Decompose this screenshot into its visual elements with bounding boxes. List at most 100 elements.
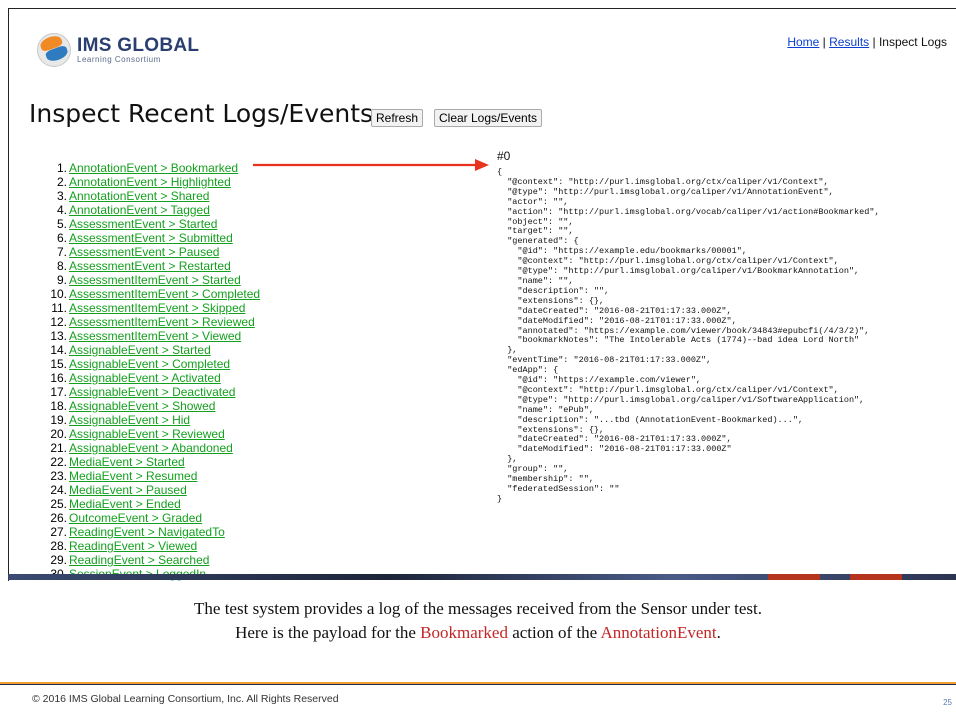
event-list-item: 25. MediaEvent > Ended (37, 497, 260, 511)
event-number: 14. (50, 343, 67, 357)
event-number: 21. (50, 441, 67, 455)
event-number: 8. (56, 259, 67, 273)
event-link[interactable]: MediaEvent > Ended (69, 497, 181, 511)
event-list-item: 19. AssignableEvent > Hid (37, 413, 260, 427)
event-list-item: 7. AssessmentEvent > Paused (37, 245, 260, 259)
frame-bottom-strip (8, 574, 956, 580)
event-number: 18. (50, 399, 67, 413)
event-list-item: 4. AnnotationEvent > Tagged (37, 203, 260, 217)
event-list-item: 14. AssignableEvent > Started (37, 343, 260, 357)
event-list-item: 8. AssessmentEvent > Restarted (37, 259, 260, 273)
event-list-item: 2. AnnotationEvent > Highlighted (37, 175, 260, 189)
event-number: 3. (56, 189, 67, 203)
event-number: 23. (50, 469, 67, 483)
event-link[interactable]: AssessmentEvent > Restarted (69, 259, 231, 273)
event-list-item: 6. AssessmentEvent > Submitted (37, 231, 260, 245)
caption-event-highlight: AnnotationEvent (600, 623, 717, 642)
ims-global-logo[interactable]: IMS GLOBAL Learning Consortium (37, 33, 199, 67)
event-list-item: 1. AnnotationEvent > Bookmarked (37, 161, 260, 175)
nav-link-results[interactable]: Results (829, 35, 869, 49)
event-link[interactable]: AnnotationEvent > Tagged (69, 203, 210, 217)
event-link[interactable]: AssessmentItemEvent > Started (69, 273, 241, 287)
caption-text: action of the (507, 623, 601, 642)
record-label: #0 (497, 149, 511, 163)
event-link[interactable]: AssessmentItemEvent > Completed (69, 287, 260, 301)
event-list-item: 29. ReadingEvent > Searched (37, 553, 260, 567)
event-number: 20. (50, 427, 67, 441)
event-list-item: 27. ReadingEvent > NavigatedTo (37, 525, 260, 539)
event-list-item: 15. AssignableEvent > Completed (37, 357, 260, 371)
decorative-tag (768, 574, 820, 580)
event-number: 16. (50, 371, 67, 385)
event-link[interactable]: AssessmentEvent > Submitted (69, 231, 233, 245)
payload-json: { "@context": "http://purl.imsglobal.org… (497, 167, 880, 504)
screenshot-frame: IMS GLOBAL Learning Consortium Home | Re… (8, 8, 956, 581)
event-link[interactable]: AnnotationEvent > Bookmarked (69, 161, 238, 175)
event-list-item: 17. AssignableEvent > Deactivated (37, 385, 260, 399)
event-list-item: 22. MediaEvent > Started (37, 455, 260, 469)
event-number: 19. (50, 413, 67, 427)
event-link[interactable]: OutcomeEvent > Graded (69, 511, 202, 525)
caption-line-2: Here is the payload for the Bookmarked a… (0, 623, 956, 643)
event-number: 1. (56, 161, 67, 175)
event-link[interactable]: ReadingEvent > Viewed (69, 539, 197, 553)
event-link[interactable]: AssessmentEvent > Started (69, 217, 217, 231)
event-number: 7. (56, 245, 67, 259)
event-list-item: 5. AssessmentEvent > Started (37, 217, 260, 231)
ims-logo-icon (37, 33, 71, 67)
caption-line-1: The test system provides a log of the me… (194, 599, 762, 618)
event-number: 28. (50, 539, 67, 553)
red-arrow-icon (253, 159, 489, 171)
event-number: 13. (50, 329, 67, 343)
event-link[interactable]: AssignableEvent > Abandoned (69, 441, 233, 455)
caption-action-highlight: Bookmarked (420, 623, 508, 642)
event-number: 27. (50, 525, 67, 539)
decorative-tag (850, 574, 902, 580)
event-link[interactable]: AnnotationEvent > Highlighted (69, 175, 231, 189)
top-navigation: Home | Results | Inspect Logs (787, 35, 947, 49)
event-number: 17. (50, 385, 67, 399)
event-link[interactable]: AssignableEvent > Hid (69, 413, 190, 427)
event-link[interactable]: MediaEvent > Resumed (69, 469, 197, 483)
event-list-item: 21. AssignableEvent > Abandoned (37, 441, 260, 455)
event-number: 4. (56, 203, 67, 217)
event-list-item: 26. OutcomeEvent > Graded (37, 511, 260, 525)
clear-logs-button[interactable]: Clear Logs/Events (434, 109, 543, 127)
refresh-button[interactable]: Refresh (371, 109, 424, 127)
event-link[interactable]: AssignableEvent > Reviewed (69, 427, 225, 441)
page-number: 25 (943, 698, 952, 707)
event-link[interactable]: MediaEvent > Paused (69, 483, 187, 497)
event-number: 10. (50, 287, 67, 301)
caption-text: . (716, 623, 721, 642)
event-list-item: 23. MediaEvent > Resumed (37, 469, 260, 483)
logo-text: IMS GLOBAL Learning Consortium (77, 36, 199, 64)
event-link[interactable]: AssessmentItemEvent > Skipped (69, 301, 245, 315)
event-link[interactable]: AssessmentItemEvent > Viewed (69, 329, 241, 343)
event-link[interactable]: ReadingEvent > NavigatedTo (69, 525, 225, 539)
event-list-item: 13. AssessmentItemEvent > Viewed (37, 329, 260, 343)
event-number: 22. (50, 455, 67, 469)
event-list-item: 9. AssessmentItemEvent > Started (37, 273, 260, 287)
event-link[interactable]: AssignableEvent > Showed (69, 399, 215, 413)
nav-link-home[interactable]: Home (787, 35, 819, 49)
event-link[interactable]: AssessmentItemEvent > Reviewed (69, 315, 255, 329)
event-link[interactable]: AssignableEvent > Started (69, 343, 211, 357)
event-link[interactable]: MediaEvent > Started (69, 455, 185, 469)
event-link[interactable]: ReadingEvent > Searched (69, 553, 209, 567)
event-link[interactable]: AssignableEvent > Activated (69, 371, 221, 385)
event-list-item: 10. AssessmentItemEvent > Completed (37, 287, 260, 301)
event-list-item: 28. ReadingEvent > Viewed (37, 539, 260, 553)
copyright-text: © 2016 IMS Global Learning Consortium, I… (32, 693, 339, 705)
event-list-item: 18. AssignableEvent > Showed (37, 399, 260, 413)
caption-text: Here is the payload for the (235, 623, 421, 642)
event-link[interactable]: AssessmentEvent > Paused (69, 245, 219, 259)
event-list-item: 11. AssessmentItemEvent > Skipped (37, 301, 260, 315)
event-link[interactable]: AssignableEvent > Completed (69, 357, 230, 371)
event-number: 9. (56, 273, 67, 287)
event-number: 5. (56, 217, 67, 231)
event-link[interactable]: AssignableEvent > Deactivated (69, 385, 235, 399)
footer-rule-dark (0, 684, 956, 685)
event-link[interactable]: AnnotationEvent > Shared (69, 189, 209, 203)
event-list-item: 12. AssessmentItemEvent > Reviewed (37, 315, 260, 329)
event-number: 11. (51, 301, 67, 315)
